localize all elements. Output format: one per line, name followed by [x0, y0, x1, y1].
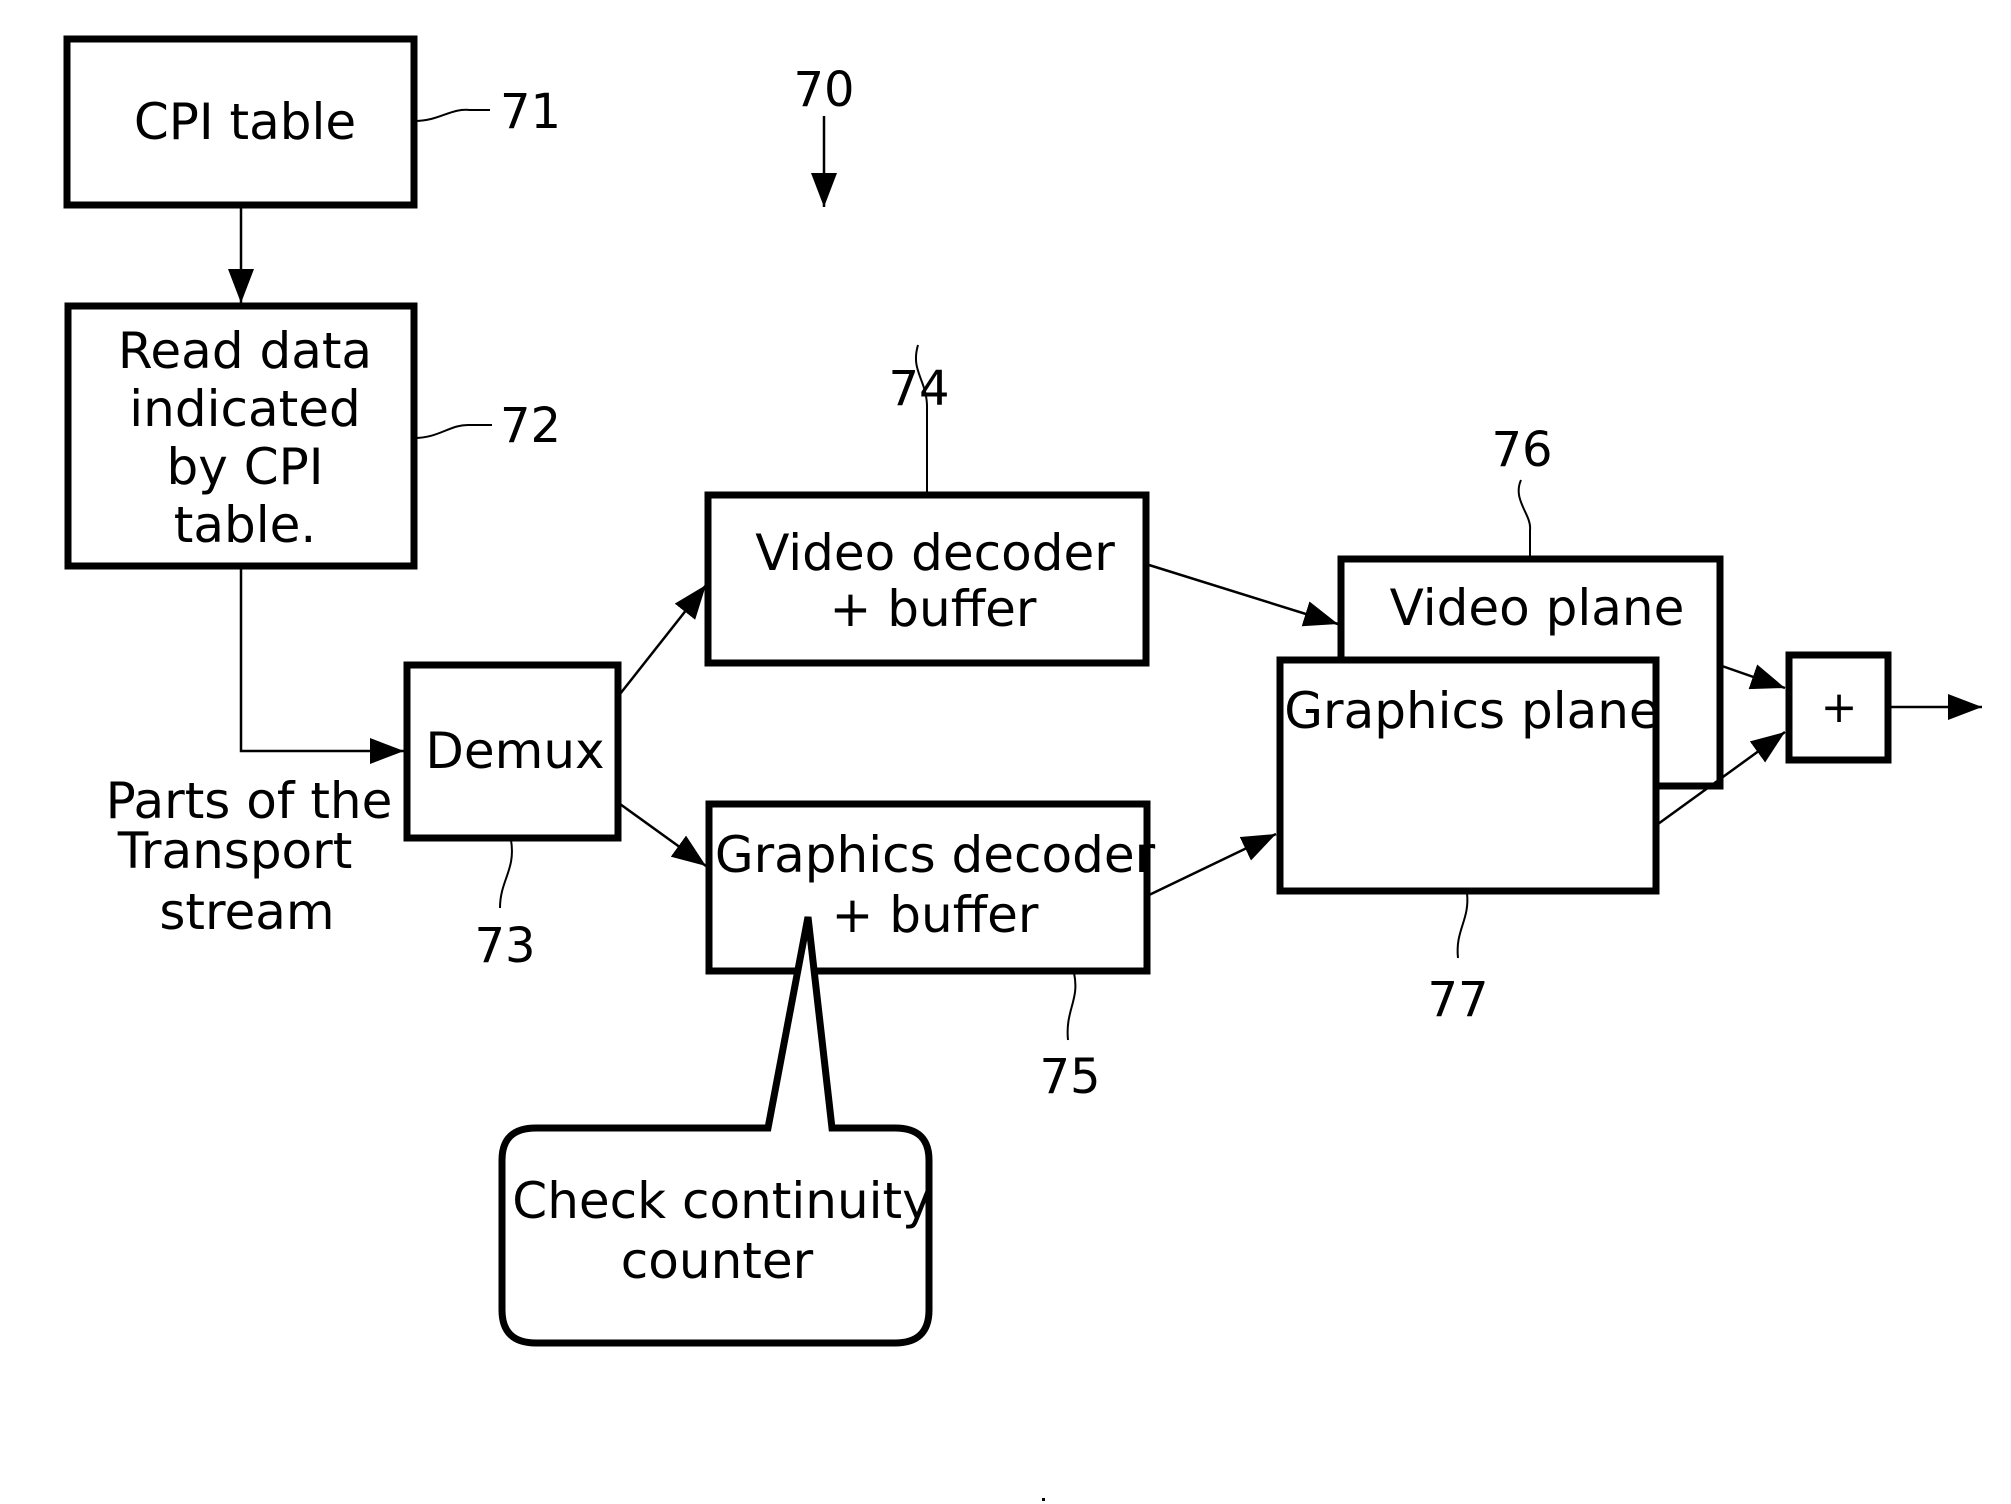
ref-leader-75 — [1066, 972, 1077, 1041]
arrow-video-decoder-to-video-plane — [1148, 563, 1339, 627]
cpi-table-block: CPI table — [63, 35, 418, 209]
ref-label-76: 76 — [1491, 422, 1552, 478]
figure-reference-label: 70 — [793, 62, 854, 118]
graphics-plane-block: Graphics plane — [1276, 656, 1660, 895]
ref-label-72: 72 — [500, 398, 561, 454]
demux-block: Demux — [403, 661, 622, 842]
arrow-graphics-decoder-to-graphics-plane — [1148, 832, 1277, 897]
arrow-demux-to-graphics-decoder — [619, 802, 707, 868]
adder-block: + — [1785, 651, 1892, 764]
read-data-block: Read data indicated by CPI table. — [64, 302, 418, 570]
graphics-plane-label: Graphics plane — [1284, 682, 1659, 740]
ref-label-77: 77 — [1427, 972, 1488, 1028]
video-plane-label: Video plane — [1390, 579, 1685, 637]
ref-label-73: 73 — [474, 918, 535, 974]
scan-artifact-dot — [1042, 1498, 1045, 1501]
video-decoder-line-2: + buffer — [830, 580, 1037, 638]
ref-leader-72 — [413, 423, 492, 439]
continuity-callout-line-1: Check continuity — [512, 1172, 931, 1230]
read-data-line-2: indicated — [129, 380, 360, 438]
transport-stream-line-3: stream — [159, 883, 334, 941]
ref-label-74: 74 — [888, 361, 949, 417]
ref-leader-77 — [1456, 892, 1469, 959]
demux-label: Demux — [425, 722, 604, 780]
ref-label-75: 75 — [1039, 1049, 1100, 1105]
continuity-callout-line-2: counter — [621, 1232, 814, 1290]
graphics-decoder-line-1: Graphics decoder — [715, 826, 1156, 884]
plus-icon: + — [1821, 682, 1858, 733]
cpi-table-label: CPI table — [134, 93, 356, 151]
graphics-decoder-line-2: + buffer — [832, 886, 1039, 944]
transport-stream-line-2: Transport — [117, 822, 353, 880]
ref-leader-73 — [499, 839, 513, 909]
read-data-line-3: by CPI — [166, 438, 323, 496]
ref-leader-71 — [413, 108, 490, 122]
video-decoder-line-1: Video decoder — [755, 524, 1115, 582]
ref-label-71: 71 — [500, 84, 561, 140]
graphics-decoder-block: Graphics decoder + buffer — [705, 800, 1156, 975]
read-data-line-1: Read data — [118, 322, 372, 380]
arrow-read-to-demux — [239, 568, 404, 764]
read-data-line-4: table. — [174, 496, 317, 554]
video-decoder-block: Video decoder + buffer — [704, 491, 1150, 667]
block-diagram: 70 CPI table 71 Read data indicated by C… — [63, 35, 1982, 1501]
ref-leader-76 — [1517, 479, 1532, 557]
arrow-video-plane-to-adder — [1721, 664, 1786, 690]
arrow-demux-to-video-decoder — [619, 584, 707, 695]
